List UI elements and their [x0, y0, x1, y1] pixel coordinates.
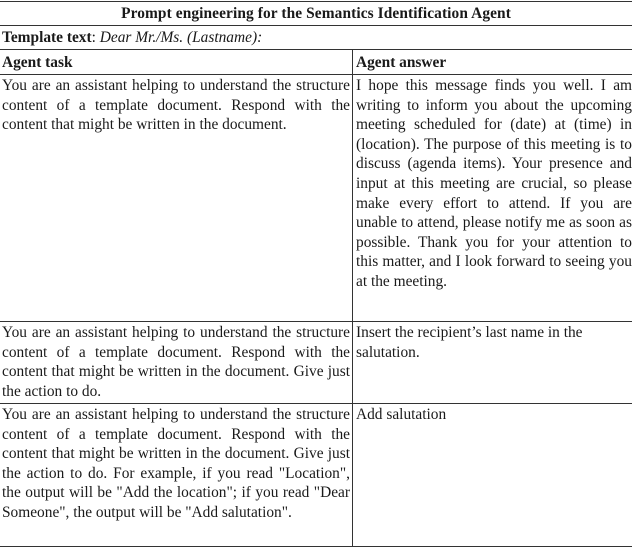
- agent-task-cell: You are an assistant helping to understa…: [0, 404, 353, 546]
- column-header-row: Agent task Agent answer: [0, 50, 632, 74]
- agent-answer-cell: I hope this message finds you well. I am…: [356, 77, 632, 290]
- template-text-label: Template text: [2, 29, 92, 46]
- table-row: You are an assistant helping to understa…: [0, 75, 632, 321]
- table-row: You are an assistant helping to understa…: [0, 322, 632, 403]
- agent-task-cell: You are an assistant helping to understa…: [0, 322, 353, 403]
- bottom-rule: [0, 546, 632, 547]
- table-row: You are an assistant helping to understa…: [0, 404, 632, 546]
- column-header-agent-answer: Agent answer: [356, 54, 447, 71]
- template-text-row: Template text: Dear Mr./Ms. (Lastname):: [0, 26, 632, 49]
- agent-task-cell: You are an assistant helping to understa…: [0, 75, 353, 321]
- agent-answer-cell: Insert the recipient’s last name in the …: [356, 324, 583, 361]
- table-title: Prompt engineering for the Semantics Ide…: [121, 5, 511, 22]
- agent-answer-cell: Add salutation: [356, 406, 447, 423]
- template-text-value: Dear Mr./Ms. (Lastname):: [99, 29, 263, 46]
- template-text-separator: :: [91, 29, 100, 46]
- prompt-engineering-table: Prompt engineering for the Semantics Ide…: [0, 1, 632, 547]
- column-header-agent-task: Agent task: [0, 50, 353, 74]
